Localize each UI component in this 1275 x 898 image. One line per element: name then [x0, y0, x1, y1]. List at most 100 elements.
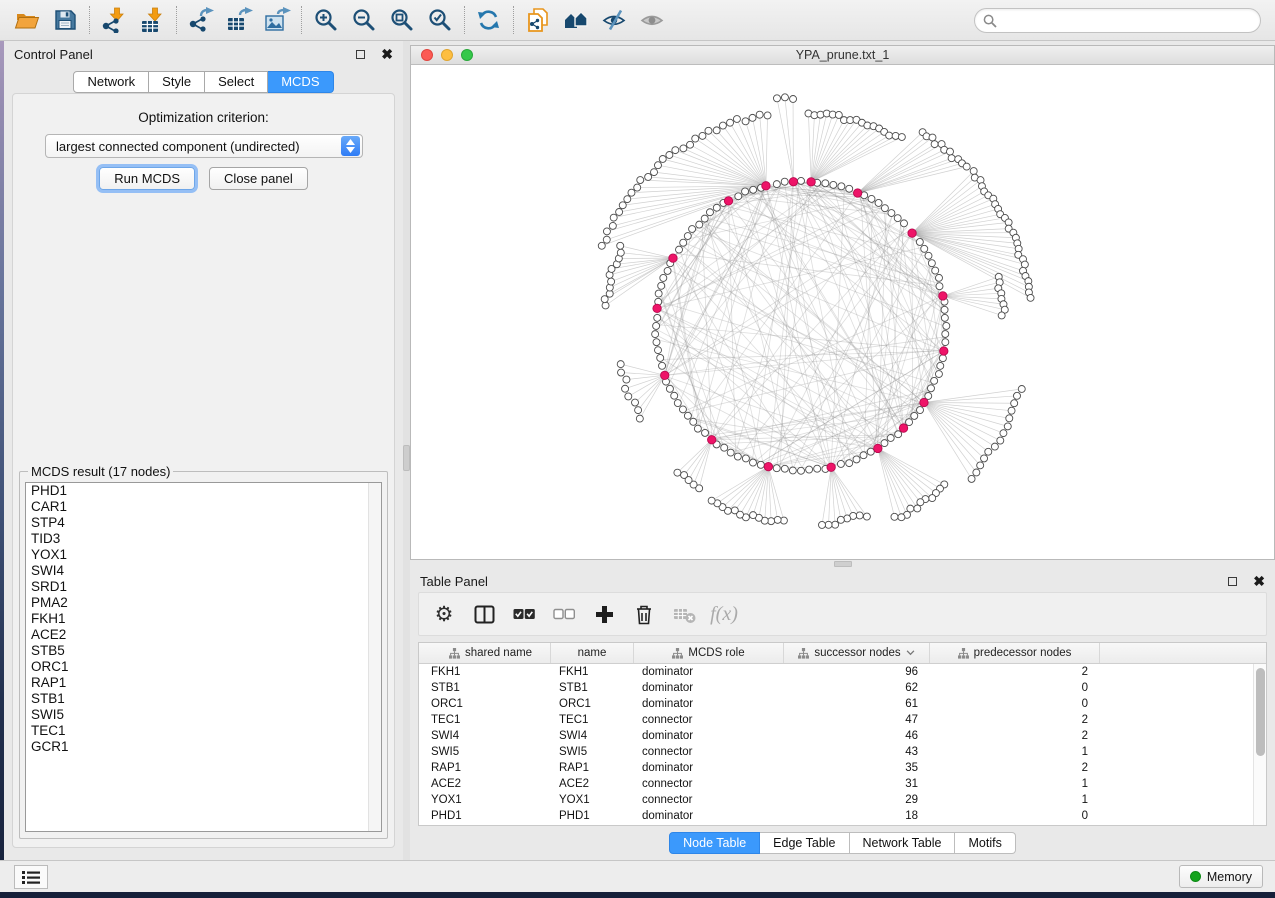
- network-node[interactable]: [998, 312, 1005, 319]
- network-node[interactable]: [609, 222, 616, 229]
- network-node[interactable]: [941, 314, 948, 321]
- network-node[interactable]: [742, 118, 749, 125]
- table-cell[interactable]: 1: [930, 794, 1100, 806]
- mcds-result-item[interactable]: SWI5: [26, 707, 381, 723]
- show-all-button[interactable]: [633, 3, 671, 37]
- network-node[interactable]: [881, 205, 888, 212]
- table-cell[interactable]: PHD1: [419, 810, 551, 822]
- table-cell[interactable]: TEC1: [419, 714, 551, 726]
- table-cell[interactable]: ACE2: [419, 778, 551, 790]
- network-node[interactable]: [721, 444, 728, 451]
- delete-table-button[interactable]: [671, 601, 697, 627]
- network-node[interactable]: [634, 184, 641, 191]
- network-node[interactable]: [977, 462, 984, 469]
- mcds-result-item[interactable]: TID3: [26, 531, 381, 547]
- network-node[interactable]: [774, 516, 781, 523]
- network-node[interactable]: [931, 141, 938, 148]
- network-node[interactable]: [689, 226, 696, 233]
- mcds-result-item[interactable]: STB5: [26, 643, 381, 659]
- network-node[interactable]: [830, 181, 837, 188]
- table-cell[interactable]: 35: [784, 762, 930, 774]
- delete-column-button[interactable]: [631, 601, 657, 627]
- network-node[interactable]: [1008, 407, 1015, 414]
- table-cell[interactable]: 0: [930, 810, 1100, 822]
- network-node[interactable]: [1018, 386, 1025, 393]
- table-cell[interactable]: 1: [930, 778, 1100, 790]
- tab-select[interactable]: Select: [205, 71, 268, 93]
- network-graph[interactable]: [411, 65, 1274, 559]
- network-hub-node[interactable]: [920, 398, 928, 406]
- network-hub-node[interactable]: [853, 189, 861, 197]
- network-node[interactable]: [773, 465, 780, 472]
- close-table-panel-icon[interactable]: ✖: [1253, 576, 1265, 586]
- network-node[interactable]: [632, 399, 639, 406]
- column-header-mcds-role[interactable]: MCDS role: [634, 643, 784, 663]
- network-node[interactable]: [997, 437, 1004, 444]
- network-hub-node[interactable]: [939, 292, 947, 300]
- network-node[interactable]: [660, 274, 667, 281]
- table-cell[interactable]: 0: [930, 698, 1100, 710]
- table-cell[interactable]: connector: [634, 778, 784, 790]
- network-hub-node[interactable]: [940, 347, 948, 355]
- mcds-result-item[interactable]: YOX1: [26, 547, 381, 563]
- run-mcds-button[interactable]: Run MCDS: [99, 167, 195, 190]
- network-hub-node[interactable]: [661, 371, 669, 379]
- network-node[interactable]: [672, 147, 679, 154]
- network-node[interactable]: [742, 455, 749, 462]
- export-image-button[interactable]: [258, 3, 296, 37]
- network-node[interactable]: [948, 155, 955, 162]
- network-node[interactable]: [652, 331, 659, 338]
- table-cell[interactable]: 0: [930, 682, 1100, 694]
- network-node[interactable]: [749, 459, 756, 466]
- network-node[interactable]: [637, 177, 644, 184]
- network-node[interactable]: [781, 178, 788, 185]
- network-node[interactable]: [705, 127, 712, 134]
- mcds-result-list[interactable]: PHD1CAR1STP4TID3YOX1SWI4SRD1PMA2FKH1ACE2…: [25, 482, 382, 832]
- network-node[interactable]: [617, 249, 624, 256]
- deselect-all-button[interactable]: [551, 601, 577, 627]
- table-cell[interactable]: 61: [784, 698, 930, 710]
- network-node[interactable]: [892, 132, 899, 139]
- table-cell[interactable]: FKH1: [551, 666, 634, 678]
- network-node[interactable]: [917, 407, 924, 414]
- tab-network-table[interactable]: Network Table: [850, 832, 956, 854]
- table-cell[interactable]: 47: [784, 714, 930, 726]
- table-cell[interactable]: STB1: [551, 682, 634, 694]
- network-node[interactable]: [837, 516, 844, 523]
- float-panel-icon[interactable]: [356, 50, 365, 59]
- network-node[interactable]: [868, 195, 875, 202]
- network-node[interactable]: [916, 238, 923, 245]
- network-node[interactable]: [666, 385, 673, 392]
- mcds-result-item[interactable]: PMA2: [26, 595, 381, 611]
- mcds-result-item[interactable]: SWI4: [26, 563, 381, 579]
- network-node[interactable]: [625, 393, 632, 400]
- table-row[interactable]: STB1STB1dominator620: [419, 680, 1266, 696]
- network-node[interactable]: [680, 145, 687, 152]
- network-node[interactable]: [846, 460, 853, 467]
- table-scrollbar-thumb[interactable]: [1256, 668, 1265, 756]
- mcds-result-item[interactable]: SRD1: [26, 579, 381, 595]
- network-node[interactable]: [914, 505, 921, 512]
- network-node[interactable]: [936, 283, 943, 290]
- network-node[interactable]: [674, 400, 681, 407]
- network-node[interactable]: [898, 134, 905, 141]
- network-node[interactable]: [618, 369, 625, 376]
- table-cell[interactable]: 31: [784, 778, 930, 790]
- column-header-predecessor-nodes[interactable]: predecessor nodes: [930, 643, 1100, 663]
- network-node[interactable]: [674, 469, 681, 476]
- table-cell[interactable]: 46: [784, 730, 930, 742]
- table-row[interactable]: ORC1ORC1dominator610: [419, 696, 1266, 712]
- zoom-selected-button[interactable]: [421, 3, 459, 37]
- network-canvas[interactable]: [411, 65, 1274, 559]
- network-node[interactable]: [891, 513, 898, 520]
- network-node[interactable]: [931, 377, 938, 384]
- network-node[interactable]: [727, 119, 734, 126]
- network-node[interactable]: [603, 236, 610, 243]
- column-header-successor-nodes[interactable]: successor nodes: [784, 643, 930, 663]
- network-node[interactable]: [901, 220, 908, 227]
- horizontal-splitter[interactable]: [410, 560, 1275, 568]
- network-node[interactable]: [898, 514, 905, 521]
- table-row[interactable]: RAP1RAP1dominator352: [419, 760, 1266, 776]
- network-node[interactable]: [610, 214, 617, 221]
- network-node[interactable]: [617, 361, 624, 368]
